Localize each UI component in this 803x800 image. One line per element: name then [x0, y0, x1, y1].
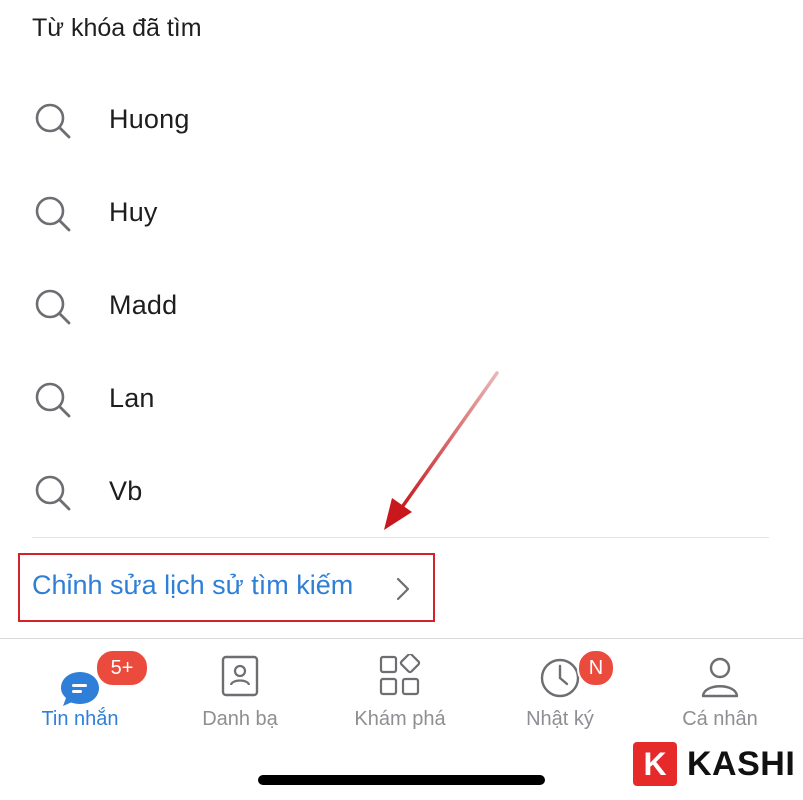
search-icon [35, 103, 71, 139]
section-title: Từ khóa đã tìm [32, 14, 202, 42]
tab-timeline[interactable]: Nhật ký [480, 650, 640, 740]
history-item-vb[interactable]: Vb [0, 445, 803, 538]
contact-card-icon [221, 655, 259, 697]
search-icon [35, 289, 71, 325]
history-item-label: Vb [109, 476, 143, 506]
edit-search-history-link[interactable]: Chỉnh sửa lịch sử tìm kiếm [32, 570, 353, 601]
tab-label: Danh bạ [202, 708, 278, 730]
apps-grid-icon [379, 654, 421, 696]
tab-label: Nhật ký [526, 708, 594, 730]
history-item-huong[interactable]: Huong [0, 73, 803, 166]
watermark-k: K [633, 742, 677, 786]
tab-label: Cá nhân [682, 708, 758, 730]
chevron-right-icon[interactable] [394, 576, 412, 602]
search-icon [35, 196, 71, 232]
watermark-logo: K KASHI [633, 741, 795, 787]
tab-explore[interactable]: Khám phá [320, 650, 480, 740]
history-item-label: Lan [109, 383, 155, 413]
search-icon [35, 475, 71, 511]
history-item-madd[interactable]: Madd [0, 259, 803, 352]
tab-label: Tin nhắn [41, 708, 119, 730]
search-history-list: Huong Huy Madd Lan Vb [0, 73, 803, 538]
home-indicator[interactable] [258, 775, 545, 785]
history-item-huy[interactable]: Huy [0, 166, 803, 259]
history-item-lan[interactable]: Lan [0, 352, 803, 445]
history-item-label: Madd [109, 290, 178, 320]
list-divider [32, 537, 769, 538]
tab-label: Khám phá [354, 708, 446, 730]
tab-contacts[interactable]: Danh bạ [160, 650, 320, 740]
search-icon [35, 382, 71, 418]
history-item-label: Huong [109, 104, 190, 134]
history-item-label: Huy [109, 197, 158, 227]
person-icon [701, 657, 739, 698]
new-badge: N [577, 649, 615, 687]
clock-icon [540, 658, 580, 698]
unread-badge: 5+ [95, 649, 149, 687]
tab-profile[interactable]: Cá nhân [640, 650, 800, 740]
watermark-text: KASHI [687, 744, 796, 783]
tabbar-divider [0, 638, 803, 639]
